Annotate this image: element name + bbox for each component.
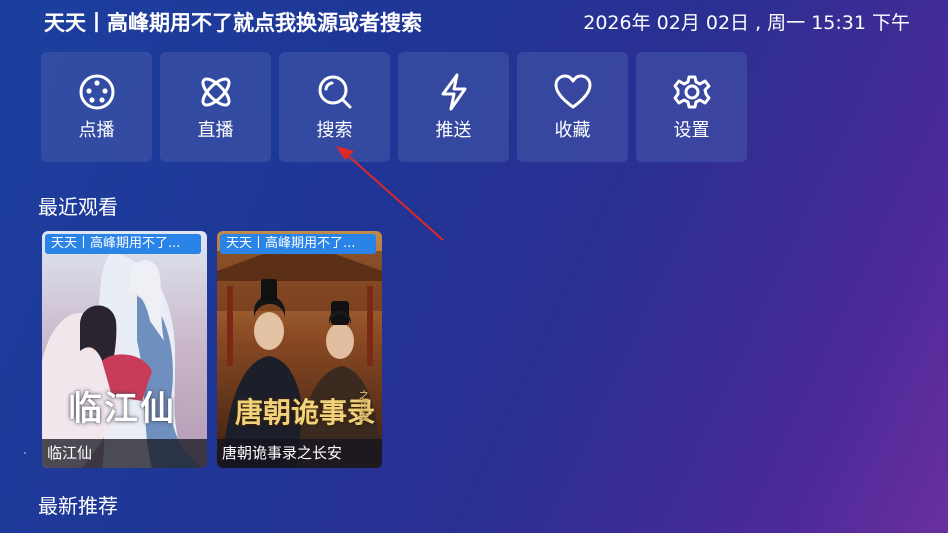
- menu-push-label: 推送: [435, 120, 472, 141]
- poster-image: [42, 231, 207, 468]
- menu-search-label: 搜索: [316, 120, 353, 141]
- poster-subtitle-art: 之长安: [359, 391, 369, 424]
- recent-card[interactable]: 临江仙 天天丨高峰期用不了... 临江仙: [42, 231, 207, 468]
- menu-search-button[interactable]: 搜索: [279, 52, 390, 162]
- app-title: 天天丨高峰期用不了就点我换源或者搜索: [44, 11, 422, 35]
- menu-settings-label: 设置: [673, 120, 710, 141]
- source-tag: 天天丨高峰期用不了...: [45, 234, 201, 254]
- new-section-title: 最新推荐: [38, 494, 118, 518]
- datetime: 2026年 02月 02日 , 周一 15:31 下午: [583, 12, 910, 34]
- menu-live-button[interactable]: 直播: [160, 52, 271, 162]
- menu-live-label: 直播: [197, 120, 234, 141]
- main-menu: 点播 直播 搜索 推送 收藏 设置: [41, 52, 747, 162]
- recent-section-title: 最近观看: [38, 195, 118, 219]
- recent-list: 临江仙 天天丨高峰期用不了... 临江仙 唐朝诡事录 之长安 天天丨高峰期用不了…: [42, 231, 382, 468]
- menu-vod-button[interactable]: 点播: [41, 52, 152, 162]
- atom-live-icon: [196, 72, 236, 112]
- menu-push-button[interactable]: 推送: [398, 52, 509, 162]
- poster-image: [217, 231, 382, 468]
- menu-settings-button[interactable]: 设置: [636, 52, 747, 162]
- recent-card[interactable]: 唐朝诡事录 之长安 天天丨高峰期用不了... 唐朝诡事录之长安: [217, 231, 382, 468]
- movie-reel-icon: [77, 72, 117, 112]
- decorative-dot: [24, 452, 26, 454]
- menu-vod-label: 点播: [78, 120, 115, 141]
- gear-icon: [672, 72, 712, 112]
- search-icon: [315, 72, 355, 112]
- card-title: 唐朝诡事录之长安: [217, 439, 382, 468]
- source-tag: 天天丨高峰期用不了...: [220, 234, 376, 254]
- poster-title-art: 唐朝诡事录: [235, 396, 376, 429]
- lightning-icon: [434, 72, 474, 112]
- poster-title-art: 临江仙: [68, 389, 176, 429]
- card-title: 临江仙: [42, 439, 207, 468]
- menu-favorites-label: 收藏: [554, 120, 591, 141]
- heart-icon: [553, 72, 593, 112]
- menu-favorites-button[interactable]: 收藏: [517, 52, 628, 162]
